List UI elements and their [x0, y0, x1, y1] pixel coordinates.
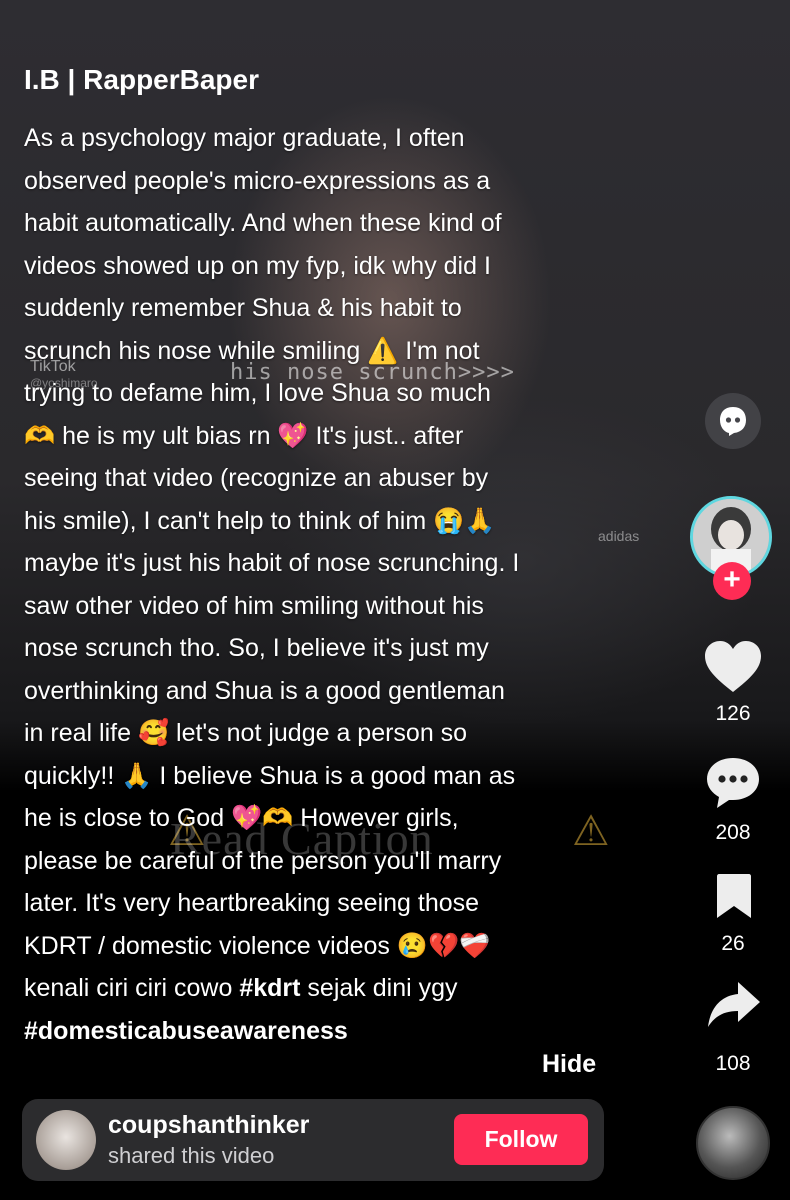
caption-line: later. It's very heartbreaking seeing th…	[24, 889, 480, 917]
sharer-username[interactable]: coupshanthinker	[108, 1111, 309, 1140]
caption-line: suddenly remember Shua & his habit to	[24, 294, 462, 322]
caption-line: overthinking and Shua is a good gentlema…	[24, 676, 505, 705]
sound-disc[interactable]	[696, 1106, 770, 1180]
save-count: 26	[721, 932, 745, 955]
caption-line: As a psychology major graduate, I often	[24, 124, 465, 152]
follow-button[interactable]: Follow	[454, 1114, 588, 1165]
caption-text: sejak dini ygy	[300, 974, 458, 1002]
caption-line: his smile), I can't help to think of him…	[24, 506, 496, 535]
ai-assistant-button[interactable]	[705, 393, 761, 449]
caption-line: maybe it's just his habit of nose scrunc…	[24, 549, 520, 577]
shared-video-label: shared this video	[108, 1143, 275, 1168]
hide-caption-button[interactable]: Hide	[542, 1050, 596, 1079]
caption-line: videos showed up on my fyp, idk why did …	[24, 251, 491, 280]
caption-line: KDRT / domestic violence videos 😢💔❤️‍🩹	[24, 931, 491, 960]
caption-line: kenali ciri ciri cowo #kdrt sejak dini y…	[24, 967, 614, 1010]
caption-line: please be careful of the person you'll m…	[24, 846, 502, 875]
caption-line: observed people's micro-expressions as a	[24, 166, 491, 195]
comment-count: 208	[715, 821, 751, 844]
hashtag-domesticabuseawareness[interactable]: #domesticabuseawareness	[24, 1017, 348, 1045]
share-button[interactable]	[706, 980, 762, 1030]
caption-line: in real life 🥰 let's not judge a person …	[24, 719, 468, 747]
bookmark-icon	[717, 874, 751, 918]
caption-line: quickly!! 🙏 I believe Shua is a good man…	[24, 761, 516, 790]
comment-button[interactable]	[705, 756, 761, 810]
post-author[interactable]: I.B | RapperBaper	[24, 64, 259, 96]
heart-icon	[705, 641, 761, 692]
caption-text: kenali ciri ciri cowo	[24, 974, 240, 1002]
caption-line: trying to defame him, I love Shua so muc…	[24, 379, 491, 407]
caption-line: saw other video of him smiling without h…	[24, 591, 484, 620]
hashtag-kdrt[interactable]: #kdrt	[239, 974, 300, 1002]
comment-icon	[707, 758, 759, 808]
caption-line: habit automatically. And when these kind…	[24, 209, 502, 237]
like-count: 126	[715, 702, 751, 725]
shared-by-bar[interactable]: coupshanthinker shared this video Follow	[22, 1099, 604, 1181]
caption-line: 🫶 he is my ult bias rn 💖 It's just.. aft…	[24, 421, 464, 450]
share-count: 108	[715, 1052, 751, 1075]
caption-line: seeing that video (recognize an abuser b…	[24, 464, 489, 492]
caption-line: #domesticabuseawareness	[24, 1010, 614, 1053]
sharer-avatar[interactable]	[36, 1110, 96, 1170]
like-button[interactable]	[703, 640, 763, 694]
caption-line: nose scrunch tho. So, I believe it's jus…	[24, 634, 489, 662]
caption-line: scrunch his nose while smiling ⚠️ I'm no…	[24, 336, 480, 365]
follow-plus-icon[interactable]: +	[713, 562, 751, 600]
caption-line: he is close to God 💖🫶 However girls,	[24, 804, 459, 832]
share-arrow-icon	[708, 982, 760, 1027]
chat-bubble-face-icon	[720, 407, 746, 436]
post-caption: As a psychology major graduate, I often …	[24, 117, 614, 1052]
save-button[interactable]	[715, 872, 753, 920]
